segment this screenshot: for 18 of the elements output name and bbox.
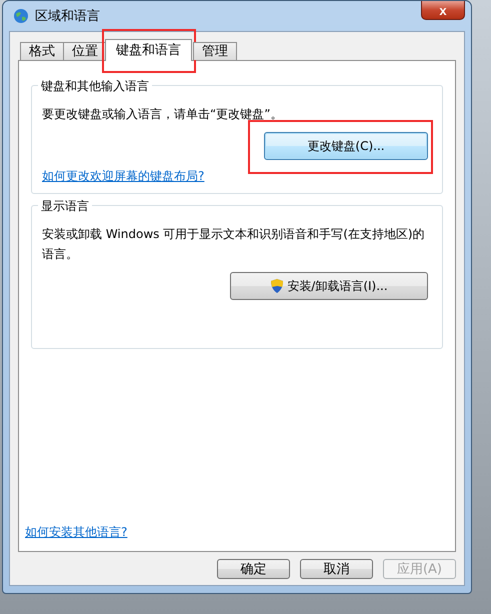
tab[interactable]: 管理 — [193, 42, 237, 60]
group-description: 安装或卸载 Windows 可用于显示文本和识别语音和手写(在支持地区)的语言。 — [42, 226, 426, 263]
action-button[interactable]: 安装/卸载语言(I)... — [230, 272, 428, 300]
shield-icon — [270, 278, 284, 294]
dialog-button[interactable]: 确定 — [217, 559, 290, 579]
help-link[interactable]: 如何更改欢迎屏幕的键盘布局? — [42, 168, 204, 185]
group-title: 显示语言 — [38, 198, 92, 215]
tab[interactable]: 位置 — [63, 42, 107, 60]
dialog-button[interactable]: 取消 — [300, 559, 373, 579]
tab[interactable]: 格式 — [20, 42, 64, 60]
action-button[interactable]: 更改键盘(C)... — [264, 132, 428, 160]
tab[interactable]: 键盘和语言 — [105, 39, 192, 61]
close-button[interactable]: x — [421, 1, 465, 20]
window-title: 区域和语言 — [35, 8, 100, 25]
group-title: 键盘和其他输入语言 — [38, 78, 152, 95]
help-link[interactable]: 如何安装其他语言? — [25, 524, 128, 541]
group-description: 要更改键盘或输入语言，请单击“更改键盘”。 — [42, 106, 284, 123]
globe-icon — [13, 8, 29, 24]
